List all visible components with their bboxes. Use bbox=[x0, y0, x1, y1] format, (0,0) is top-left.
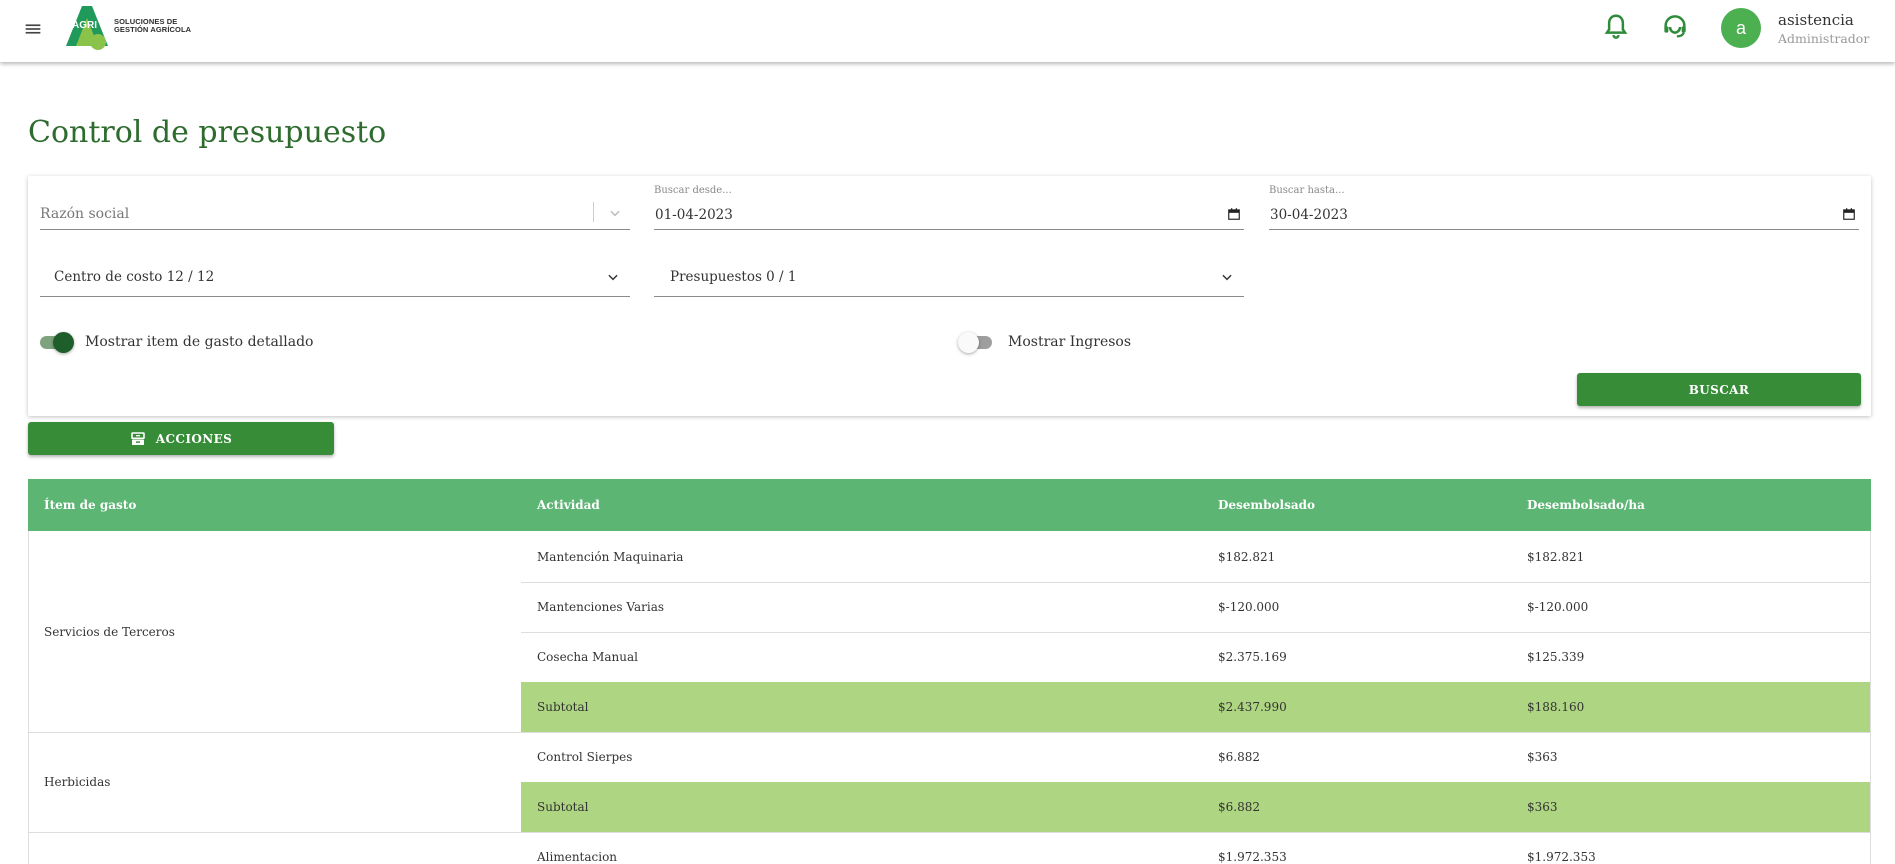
actividad-cell: Control Sierpes bbox=[537, 750, 633, 764]
calendar-icon[interactable] bbox=[1227, 207, 1241, 221]
razon-social-placeholder: Razón social bbox=[40, 206, 130, 222]
logo-text: SOLUCIONES DE GESTIÓN AGRÍCOLA bbox=[114, 17, 192, 34]
actividad-cell: Mantención Maquinaria bbox=[537, 550, 684, 564]
actividad-cell: Alimentacion bbox=[537, 850, 618, 864]
desembolsado-ha-cell: $1.972.353 bbox=[1527, 850, 1596, 864]
desembolsado-cell: $-120.000 bbox=[1218, 600, 1280, 614]
toggle-item-gasto-label: Mostrar item de gasto detallado bbox=[85, 334, 314, 350]
hasta-label: Buscar hasta... bbox=[1269, 185, 1345, 196]
presupuestos-select[interactable]: Presupuestos 0 / 1 bbox=[654, 258, 1244, 297]
desembolsado-cell: $2.375.169 bbox=[1218, 650, 1287, 664]
row-divider bbox=[521, 582, 1871, 583]
hasta-value: 30-04-2023 bbox=[1270, 207, 1348, 223]
razon-social-select[interactable]: Razón social bbox=[40, 200, 630, 230]
header-actividad[interactable]: Actividad bbox=[537, 498, 600, 512]
header-desembolsado[interactable]: Desembolsado bbox=[1218, 498, 1315, 512]
user-name: asistencia bbox=[1778, 11, 1854, 29]
subtotal-desembolsado-ha: $188.160 bbox=[1527, 700, 1585, 714]
budget-table: Ítem de gasto Actividad Desembolsado Des… bbox=[28, 479, 1871, 864]
desembolsado-ha-cell: $125.339 bbox=[1527, 650, 1585, 664]
chevron-down-icon[interactable] bbox=[606, 270, 620, 284]
subtotal-desembolsado: $6.882 bbox=[1218, 800, 1260, 814]
centro-costo-select[interactable]: Centro de costo 12 / 12 bbox=[40, 258, 630, 297]
user-role: Administrador bbox=[1778, 31, 1870, 46]
desembolsado-cell: $1.972.353 bbox=[1218, 850, 1287, 864]
user-avatar[interactable]: a bbox=[1721, 8, 1761, 48]
app-logo[interactable]: AGRI SOLUCIONES DE GESTIÓN AGRÍCOLA bbox=[62, 2, 191, 50]
page-title: Control de presupuesto bbox=[28, 115, 387, 150]
desde-label: Buscar desde... bbox=[654, 185, 732, 196]
chevron-down-icon[interactable] bbox=[608, 206, 622, 220]
desembolsado-cell: $182.821 bbox=[1218, 550, 1276, 564]
header-item-gasto[interactable]: Ítem de gasto bbox=[44, 498, 136, 512]
centro-costo-value: Centro de costo 12 / 12 bbox=[54, 269, 215, 285]
subtotal-label: Subtotal bbox=[537, 700, 589, 714]
desde-value: 01-04-2023 bbox=[655, 207, 733, 223]
item-gasto-cell: Servicios de Terceros bbox=[44, 625, 175, 639]
toggle-mostrar-ingresos[interactable] bbox=[958, 331, 996, 353]
toggle-ingresos-label: Mostrar Ingresos bbox=[1008, 334, 1132, 350]
header-desembolsado-ha[interactable]: Desembolsado/ha bbox=[1527, 498, 1645, 512]
chevron-down-icon[interactable] bbox=[1220, 270, 1234, 284]
toggle-item-gasto-detallado[interactable] bbox=[38, 331, 76, 353]
subtotal-desembolsado-ha: $363 bbox=[1527, 800, 1558, 814]
desembolsado-ha-cell: $-120.000 bbox=[1527, 600, 1589, 614]
table-right-border bbox=[1870, 531, 1871, 864]
acciones-label: ACCIONES bbox=[155, 431, 233, 446]
subtotal-label: Subtotal bbox=[537, 800, 589, 814]
menu-icon[interactable] bbox=[22, 18, 44, 40]
desembolsado-ha-cell: $182.821 bbox=[1527, 550, 1585, 564]
select-divider bbox=[593, 202, 594, 222]
actividad-cell: Cosecha Manual bbox=[537, 650, 638, 664]
fecha-hasta-input[interactable]: 30-04-2023 bbox=[1269, 200, 1859, 230]
agri-logo-icon: AGRI bbox=[66, 6, 108, 50]
row-divider bbox=[28, 732, 1871, 733]
table-header: Ítem de gasto Actividad Desembolsado Des… bbox=[28, 479, 1871, 531]
row-divider bbox=[28, 832, 1871, 833]
buscar-button[interactable]: BUSCAR bbox=[1577, 373, 1861, 406]
row-divider bbox=[521, 632, 1871, 633]
subtotal-row-bg bbox=[521, 682, 1871, 732]
table-left-border bbox=[28, 531, 29, 864]
subtotal-row-bg bbox=[521, 782, 1871, 832]
desembolsado-cell: $6.882 bbox=[1218, 750, 1260, 764]
presupuestos-value: Presupuestos 0 / 1 bbox=[670, 269, 797, 285]
svg-text:AGRI: AGRI bbox=[72, 20, 97, 31]
fecha-desde-input[interactable]: 01-04-2023 bbox=[654, 200, 1244, 230]
top-app-bar: AGRI SOLUCIONES DE GESTIÓN AGRÍCOLA a as… bbox=[0, 0, 1895, 62]
item-gasto-cell: Herbicidas bbox=[44, 775, 111, 789]
notifications-bell-icon[interactable] bbox=[1601, 12, 1631, 42]
support-agent-icon[interactable] bbox=[1660, 12, 1690, 42]
filter-card: Razón social Buscar desde... 01-04-2023 … bbox=[28, 176, 1871, 416]
desembolsado-ha-cell: $363 bbox=[1527, 750, 1558, 764]
subtotal-desembolsado: $2.437.990 bbox=[1218, 700, 1287, 714]
inbox-icon bbox=[130, 431, 145, 445]
actividad-cell: Mantenciones Varias bbox=[537, 600, 665, 614]
calendar-icon[interactable] bbox=[1842, 207, 1856, 221]
acciones-button[interactable]: ACCIONES bbox=[28, 422, 334, 455]
